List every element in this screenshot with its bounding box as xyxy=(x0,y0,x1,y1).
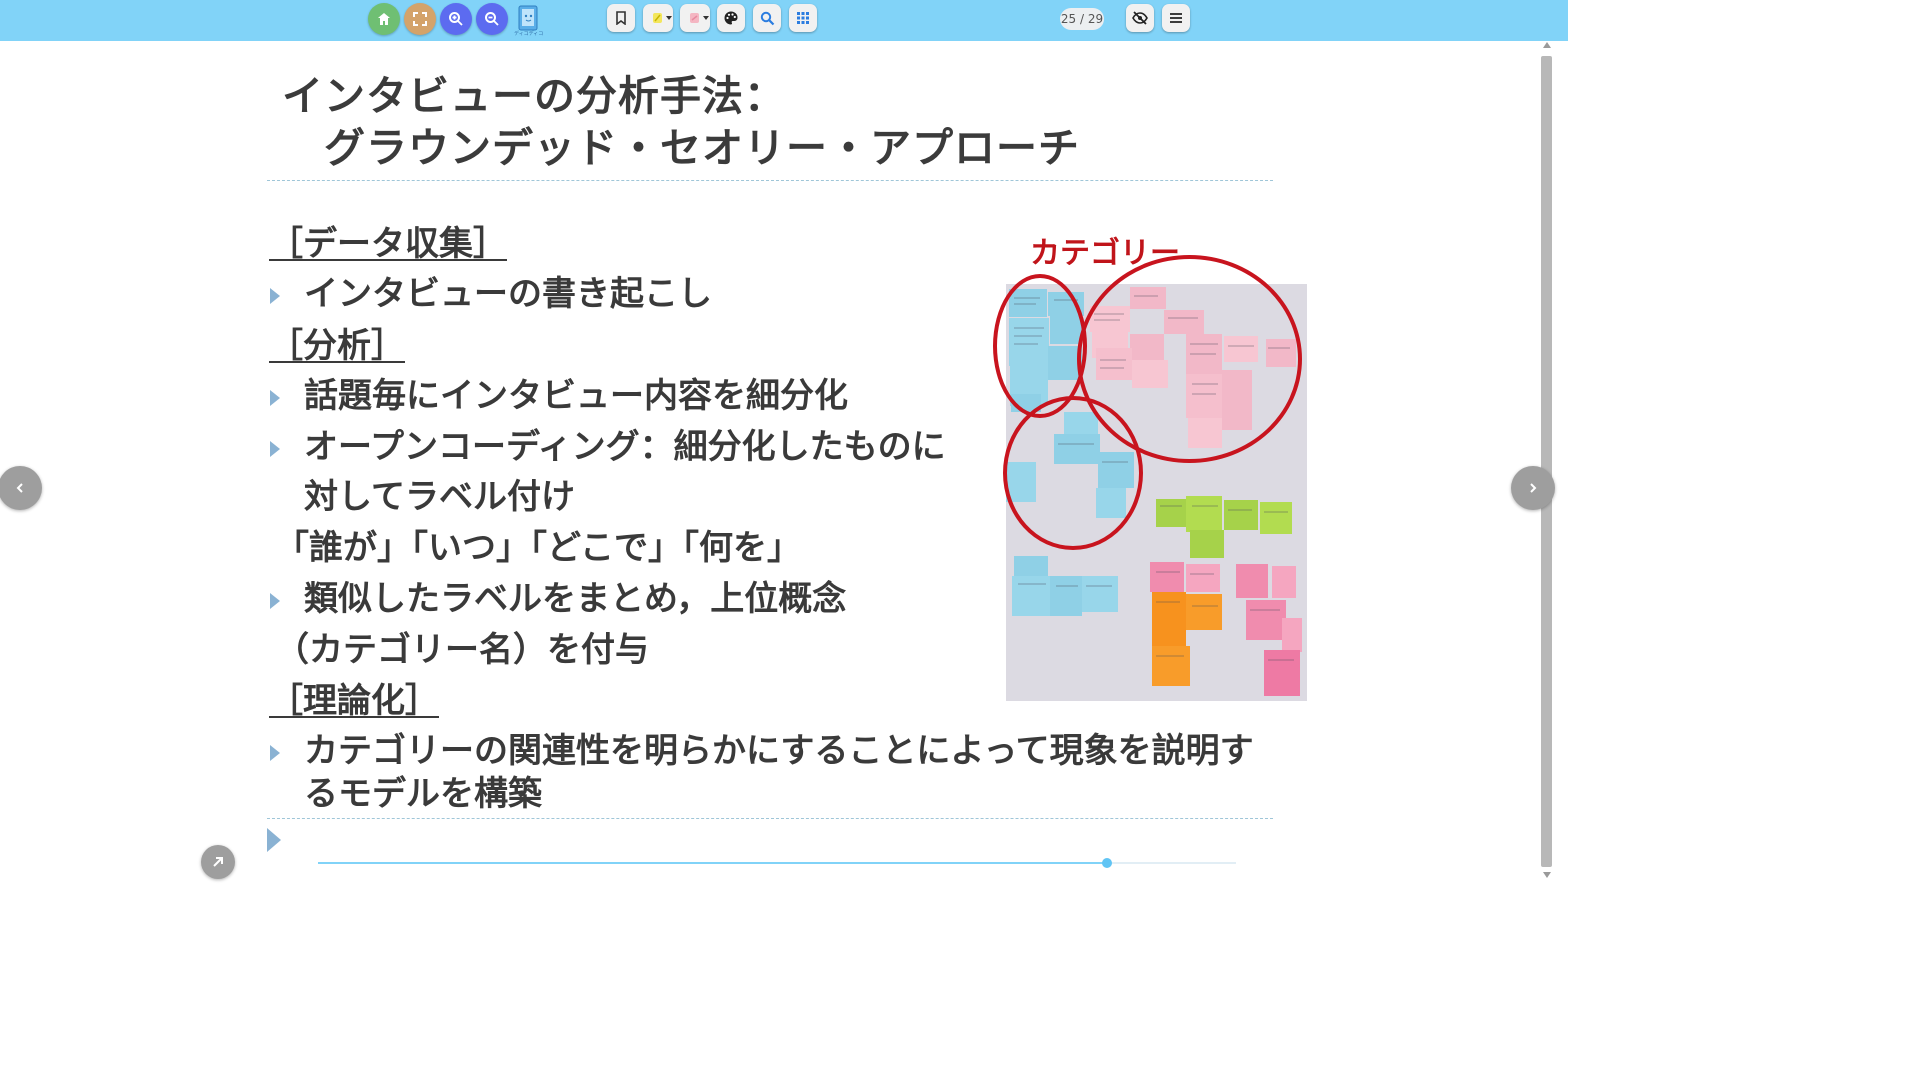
next-slide-button[interactable] xyxy=(1511,466,1555,510)
footer-arrow-icon xyxy=(267,828,281,852)
progress-knob[interactable] xyxy=(1102,858,1113,868)
category-circle-middle xyxy=(1003,396,1143,550)
grid-button[interactable] xyxy=(789,4,817,32)
zoom-in-icon xyxy=(449,12,463,26)
open-external-button[interactable] xyxy=(201,845,235,879)
arrow-up-right-icon xyxy=(213,857,223,867)
previous-slide-button[interactable] xyxy=(0,466,42,510)
bullet-arrow-icon xyxy=(270,390,280,406)
bullet-relation-line-2: るモデルを構築 xyxy=(304,774,542,814)
home-button[interactable] xyxy=(368,3,400,35)
app-logo[interactable]: ディコディコ xyxy=(514,3,544,37)
fullscreen-icon xyxy=(413,12,427,26)
menu-icon xyxy=(1170,13,1182,23)
eraser-icon xyxy=(690,13,699,23)
palette-icon xyxy=(724,11,738,25)
palette-button[interactable] xyxy=(717,4,745,32)
bullet-arrow-icon xyxy=(270,745,280,761)
eraser-button[interactable] xyxy=(680,4,710,32)
scroll-down-arrow[interactable] xyxy=(1543,872,1551,878)
chevron-left-icon xyxy=(16,483,23,493)
bullet-relation-line-1: カテゴリーの関連性を明らかにすることによって現象を説明す xyxy=(304,731,1254,771)
quote-line: 「誰が」「いつ」「どこで」「何を」 xyxy=(275,528,801,568)
bookmark-button[interactable] xyxy=(607,4,635,32)
top-toolbar: ディコディコ 25 / 29 xyxy=(0,0,1568,41)
chevron-right-icon xyxy=(1530,483,1537,493)
bookmark-icon xyxy=(616,11,626,25)
scroll-up-arrow[interactable] xyxy=(1543,42,1551,48)
hide-annotations-button[interactable] xyxy=(1126,4,1154,32)
section-theorization: ［理論化］ xyxy=(269,681,439,721)
grid-icon xyxy=(797,12,809,24)
bullet-arrow-icon xyxy=(270,593,280,609)
fullscreen-button[interactable] xyxy=(404,3,436,35)
category-name-line: （カテゴリー名）を付与 xyxy=(275,630,649,670)
bullet-similar-labels: 類似したラベルをまとめ，上位概念 xyxy=(304,579,847,619)
bullet-arrow-icon xyxy=(270,441,280,457)
eye-off-icon xyxy=(1132,11,1148,25)
home-icon xyxy=(378,13,390,25)
chevron-down-icon xyxy=(703,16,709,20)
bullet-segmentation: 話題毎にインタビュー内容を細分化 xyxy=(304,376,848,416)
page-counter: 25 / 29 xyxy=(1060,8,1104,30)
footer-divider xyxy=(267,818,1273,819)
highlighter-button[interactable] xyxy=(643,4,673,32)
zoom-out-button[interactable] xyxy=(476,3,508,35)
section-analysis: ［分析］ xyxy=(269,326,405,366)
slide-title: インタビューの分析手法： グラウンデッド・セオリー・アプローチ xyxy=(282,70,1080,174)
slide-title-line-2: グラウンデッド・セオリー・アプローチ xyxy=(324,124,1080,172)
search-icon xyxy=(760,11,774,25)
bullet-arrow-icon xyxy=(270,288,280,304)
search-button[interactable] xyxy=(753,4,781,32)
bullet-open-coding-line-1: オープンコーディング：細分化したものに xyxy=(304,427,946,467)
highlighter-icon xyxy=(653,13,662,23)
scrollbar-thumb[interactable] xyxy=(1541,56,1552,867)
zoom-in-button[interactable] xyxy=(440,3,472,35)
title-divider xyxy=(267,180,1273,181)
slide-title-line-1: インタビューの分析手法： xyxy=(282,72,786,120)
bullet-open-coding-line-2: 対してラベル付け xyxy=(304,477,575,517)
menu-button[interactable] xyxy=(1162,4,1190,32)
zoom-out-icon xyxy=(485,12,499,26)
section-data-collection: ［データ収集］ xyxy=(269,224,507,264)
bullet-transcription: インタビューの書き起こし xyxy=(304,274,712,314)
page-progress-slider[interactable] xyxy=(318,858,1236,868)
logo-caption: ディコディコ xyxy=(514,31,544,37)
chevron-down-icon xyxy=(666,16,672,20)
progress-fill xyxy=(318,862,1108,864)
